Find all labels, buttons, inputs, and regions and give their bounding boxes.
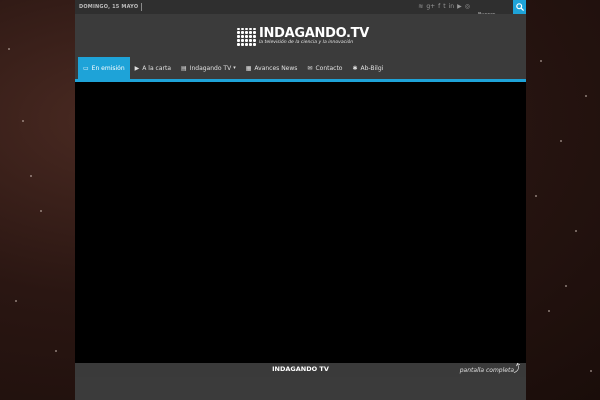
logo-grid-icon — [237, 27, 256, 46]
nav-item-ab-bilgi[interactable]: ✱ Ab-Bilgi — [347, 57, 388, 79]
rss-icon[interactable]: ≋ — [418, 3, 423, 11]
nav-item-contacto[interactable]: ✉ Contacto — [302, 57, 347, 79]
nav-item-label: Ab-Bilgi — [360, 64, 384, 72]
main-nav: ▭ En emisión ▶ A la carta ▤ Indagando TV… — [75, 57, 526, 79]
gear-icon: ✱ — [352, 64, 358, 72]
envelope-icon: ✉ — [307, 64, 313, 72]
search-box — [475, 1, 513, 21]
youtube-icon[interactable]: ▶ — [457, 3, 462, 11]
content-area — [75, 377, 526, 400]
nav-item-label: En emisión — [91, 64, 125, 72]
nav-item-label: A la carta — [142, 64, 172, 72]
nav-item-avances-news[interactable]: ▦ Avances News — [241, 57, 303, 79]
nav-item-indagando-tv[interactable]: ▤ Indagando TV ▾ — [176, 57, 241, 79]
google-plus-icon[interactable]: g+ — [426, 3, 435, 11]
logo-title: INDAGANDO.TV — [259, 26, 370, 41]
linkedin-icon[interactable]: in — [449, 3, 454, 11]
instagram-icon[interactable]: ◎ — [465, 3, 470, 11]
top-bar: DOMINGO, 15 MAYO ≋ g+ f t in ▶ ◎ — [75, 0, 526, 21]
nav-item-label: Contacto — [315, 64, 343, 72]
fullscreen-link[interactable]: pantalla completa — [460, 367, 514, 374]
search-button[interactable] — [513, 0, 526, 14]
live-video-player[interactable] — [75, 82, 526, 363]
site-logo[interactable]: INDAGANDO.TV la televisión de la ciencia… — [237, 27, 369, 46]
tv-icon: ▭ — [83, 64, 89, 72]
caret-down-icon: ▾ — [233, 65, 236, 71]
site-container: DOMINGO, 15 MAYO ≋ g+ f t in ▶ ◎ Buscar … — [75, 0, 526, 400]
search-icon — [515, 3, 524, 11]
facebook-icon[interactable]: f — [438, 3, 440, 11]
logo-subtitle: la televisión de la ciencia y la innovac… — [259, 40, 354, 45]
date-divider — [141, 3, 143, 11]
file-icon: ▤ — [181, 64, 187, 72]
player-brand: INDAGANDO TV — [272, 365, 329, 373]
newspaper-icon: ▦ — [245, 64, 252, 72]
play-icon: ▶ — [134, 64, 140, 72]
nav-item-label: Avances News — [254, 64, 298, 72]
social-icons: ≋ g+ f t in ▶ ◎ — [418, 3, 470, 11]
nav-item-label: Indagando TV — [189, 64, 232, 72]
player-bottom-bar: INDAGANDO TV pantalla completa ⤴ — [75, 363, 526, 377]
nav-item-a-la-carta[interactable]: ▶ A la carta — [130, 57, 176, 79]
nav-item-en-emision[interactable]: ▭ En emisión — [78, 57, 130, 79]
twitter-icon[interactable]: t — [443, 3, 445, 11]
current-date: DOMINGO, 15 MAYO — [79, 4, 139, 10]
site-header: INDAGANDO.TV la televisión de la ciencia… — [75, 14, 526, 57]
